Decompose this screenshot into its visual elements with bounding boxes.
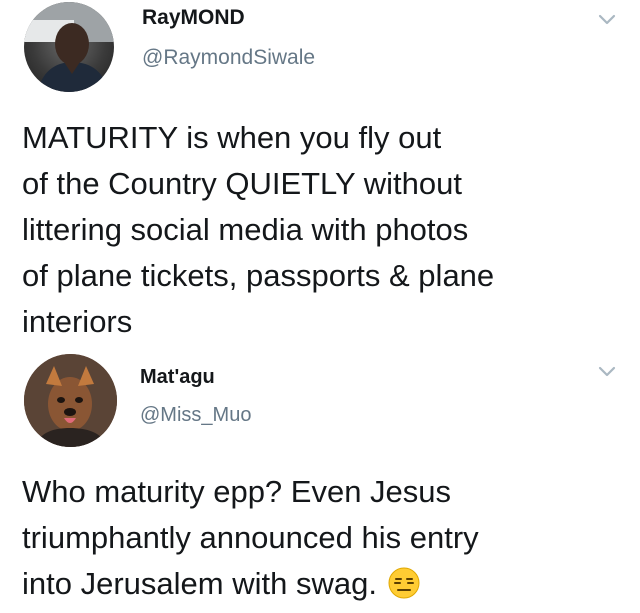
expressionless-face-icon — [387, 566, 421, 600]
avatar-photo-icon — [24, 354, 117, 447]
chevron-down-icon — [598, 14, 616, 25]
avatar-photo-icon — [24, 2, 114, 92]
tweet-menu-button[interactable] — [596, 360, 618, 382]
tweet-text: MATURITY is when you fly out of the Coun… — [22, 120, 495, 339]
avatar[interactable] — [24, 354, 117, 447]
tweet: RayMOND @RaymondSiwale MATURITY is when … — [0, 0, 640, 344]
tweet-text: Who maturity epp? Even Jesus triumphantl… — [22, 469, 552, 607]
tweet: Mat'agu @Miss_Muo Who maturity epp? Even… — [0, 344, 640, 602]
display-name[interactable]: Mat'agu — [140, 366, 215, 389]
display-name[interactable]: RayMOND — [142, 6, 245, 30]
user-handle[interactable]: @RaymondSiwale — [142, 46, 315, 70]
tweet-menu-button[interactable] — [596, 8, 618, 30]
chevron-down-icon — [598, 366, 616, 377]
avatar[interactable] — [24, 2, 114, 92]
user-handle[interactable]: @Miss_Muo — [140, 404, 251, 427]
